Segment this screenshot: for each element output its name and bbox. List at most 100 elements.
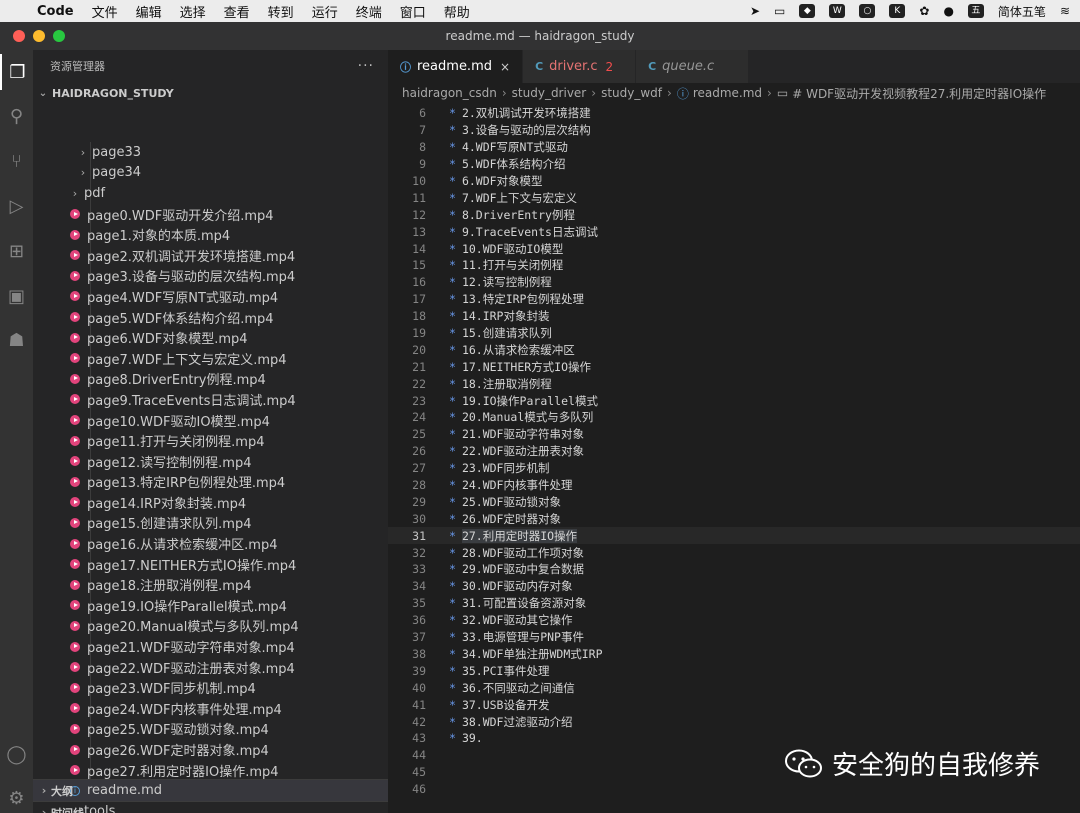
k-app-icon[interactable]: K	[889, 4, 906, 18]
tree-item[interactable]: page11.打开与关闭例程.mp4	[33, 430, 388, 451]
run-debug-icon[interactable]: ▷	[0, 188, 33, 224]
tree-item[interactable]: page0.WDF驱动开发介绍.mp4	[33, 204, 388, 225]
menu-view[interactable]: 查看	[215, 2, 259, 21]
tree-item[interactable]: page12.读写控制例程.mp4	[33, 451, 388, 472]
menu-go[interactable]: 转到	[259, 2, 303, 21]
tree-item[interactable]: page21.WDF驱动字符串对象.mp4	[33, 636, 388, 657]
menu-window[interactable]: 窗口	[391, 2, 435, 21]
tree-item[interactable]: page24.WDF内核事件处理.mp4	[33, 698, 388, 719]
list-bullet: *	[449, 106, 456, 121]
search-icon[interactable]: ⚲	[0, 98, 33, 134]
menu-terminal[interactable]: 终端	[347, 2, 391, 21]
remote-explorer-icon[interactable]: ▣	[0, 278, 33, 314]
tree-item[interactable]: page10.WDF驱动IO模型.mp4	[33, 410, 388, 431]
line-content: * 13.特定IRP包例程处理	[449, 291, 584, 307]
line-content: * 6.WDF对象模型	[449, 173, 543, 189]
tree-item[interactable]: page2.双机调试开发环境搭建.mp4	[33, 245, 388, 266]
tree-item[interactable]: › pdf	[33, 183, 388, 204]
outline-section[interactable]: › 大纲	[33, 779, 388, 801]
menu-file[interactable]: 文件	[83, 2, 127, 21]
menu-selection[interactable]: 选择	[171, 2, 215, 21]
workspace-root[interactable]: ⌄ HAIDRAGON_STUDY	[33, 82, 388, 104]
tab-label: driver.c	[549, 59, 598, 74]
circle-app-icon[interactable]: ○	[859, 4, 876, 18]
tree-item[interactable]: page5.WDF体系结构介绍.mp4	[33, 307, 388, 328]
tree-item[interactable]: page1.对象的本质.mp4	[33, 224, 388, 245]
wechat-icon[interactable]: ●	[943, 4, 953, 18]
location-arrow-icon[interactable]: ➤	[750, 4, 760, 18]
breadcrumb: haidragon_csdn › study_driver › study_wd…	[388, 83, 1080, 103]
menu-run[interactable]: 运行	[303, 2, 347, 21]
menu-help[interactable]: 帮助	[435, 2, 479, 21]
list-bullet: *	[449, 123, 456, 138]
tree-item[interactable]: page19.IO操作Parallel模式.mp4	[33, 595, 388, 616]
tree-item[interactable]: page8.DriverEntry例程.mp4	[33, 369, 388, 390]
line-text: 33.电源管理与PNP事件	[461, 630, 584, 645]
list-bullet: *	[449, 511, 456, 526]
tree-item[interactable]: page14.IRP对象封装.mp4	[33, 492, 388, 513]
line-number: 31	[412, 528, 426, 543]
tab-driver-c[interactable]: C driver.c 2	[523, 50, 637, 83]
editor-group: ⓘ readme.md × C driver.c 2 C queue.c hai…	[388, 50, 1080, 813]
breadcrumb-item[interactable]: haidragon_csdn	[402, 86, 497, 100]
tree-item-label: page1.对象的本质.mp4	[87, 229, 231, 245]
tree-item[interactable]: page7.WDF上下文与宏定义.mp4	[33, 348, 388, 369]
line-text: 36.不同驱动之间通信	[461, 680, 575, 695]
timeline-section[interactable]: › 时间线	[33, 801, 388, 813]
explorer-icon[interactable]: ❐	[0, 54, 33, 90]
breadcrumb-item[interactable]: study_driver	[512, 86, 587, 100]
tree-item[interactable]: › page34	[33, 163, 388, 184]
line-content: * 9.TraceEvents日志调试	[449, 224, 598, 240]
clover-icon[interactable]: ✿	[919, 4, 929, 18]
breadcrumb-item[interactable]: # WDF驱动开发视频教程27.利用定时器IO操作	[792, 85, 1046, 102]
bug-extension-icon[interactable]: ☗	[0, 322, 33, 358]
line-text: 14.IRP对象封装	[461, 309, 550, 324]
line-number: 8	[419, 140, 426, 155]
tree-item[interactable]: page3.设备与驱动的层次结构.mp4	[33, 266, 388, 287]
tree-item[interactable]: page6.WDF对象模型.mp4	[33, 327, 388, 348]
wubi-icon[interactable]: 五	[967, 4, 984, 18]
tree-item[interactable]: page25.WDF驱动锁对象.mp4	[33, 719, 388, 740]
more-actions-icon[interactable]: ···	[358, 58, 374, 74]
code-area[interactable]: 6 * 2.双机调试开发环境搭建 7 * 3.设备与驱动的层次结构 8 * 4.WDF写原NT式…	[388, 105, 1080, 798]
tree-item[interactable]: page13.特定IRP包例程处理.mp4	[33, 472, 388, 493]
tree-item[interactable]: page22.WDF驱动注册表对象.mp4	[33, 657, 388, 678]
menu-app-name[interactable]: Code	[28, 4, 83, 19]
input-method-label[interactable]: 简体五笔	[998, 3, 1046, 20]
tree-item-label: page17.NEITHER方式IO操作.mp4	[87, 558, 297, 574]
tree-item[interactable]: page26.WDF定时器对象.mp4	[33, 739, 388, 760]
problems-badge: 2	[605, 59, 614, 74]
tree-item[interactable]: › page33	[33, 142, 388, 163]
tab-readme[interactable]: ⓘ readme.md ×	[388, 50, 524, 83]
tree-item[interactable]: page15.创建请求队列.mp4	[33, 513, 388, 534]
close-icon[interactable]: ×	[500, 60, 510, 74]
wps-icon[interactable]: W	[829, 4, 846, 18]
extensions-icon[interactable]: ⊞	[0, 233, 33, 269]
settings-gear-icon[interactable]: ⚙	[0, 780, 33, 813]
account-icon[interactable]: ◯	[0, 736, 33, 772]
tree-item[interactable]: page18.注册取消例程.mp4	[33, 574, 388, 595]
breadcrumb-item[interactable]: readme.md	[693, 86, 762, 100]
line-number: 34	[412, 579, 426, 594]
code-line: 34 * 30.WDF驱动内存对象	[388, 578, 1080, 595]
tree-item[interactable]: page4.WDF写原NT式驱动.mp4	[33, 286, 388, 307]
breadcrumb-item[interactable]: study_wdf	[601, 86, 662, 100]
tree-item[interactable]: page17.NEITHER方式IO操作.mp4	[33, 554, 388, 575]
chevron-right-icon: ›	[72, 186, 78, 200]
list-bullet: *	[449, 663, 456, 678]
tree-item[interactable]: page27.利用定时器IO操作.mp4	[33, 760, 388, 781]
tree-item[interactable]: page16.从请求检索缓冲区.mp4	[33, 533, 388, 554]
menu-edit[interactable]: 编辑	[127, 2, 171, 21]
editor-tabs: ⓘ readme.md × C driver.c 2 C queue.c	[388, 50, 1080, 83]
tree-item-label: page7.WDF上下文与宏定义.mp4	[87, 352, 287, 368]
source-control-icon[interactable]: ⑂	[0, 143, 33, 179]
screen-record-icon[interactable]: ▭	[774, 4, 785, 18]
tree-item[interactable]: page23.WDF同步机制.mp4	[33, 677, 388, 698]
wifi-icon[interactable]: ≋	[1060, 4, 1070, 18]
tree-item[interactable]: page20.Manual模式与多队列.mp4	[33, 616, 388, 637]
line-number: 7	[419, 123, 426, 138]
tab-queue-c[interactable]: C queue.c	[636, 50, 750, 83]
line-content: * 21.WDF驱动字符串对象	[449, 426, 584, 442]
tree-item[interactable]: page9.TraceEvents日志调试.mp4	[33, 389, 388, 410]
shield-icon[interactable]: ◆	[799, 4, 816, 18]
